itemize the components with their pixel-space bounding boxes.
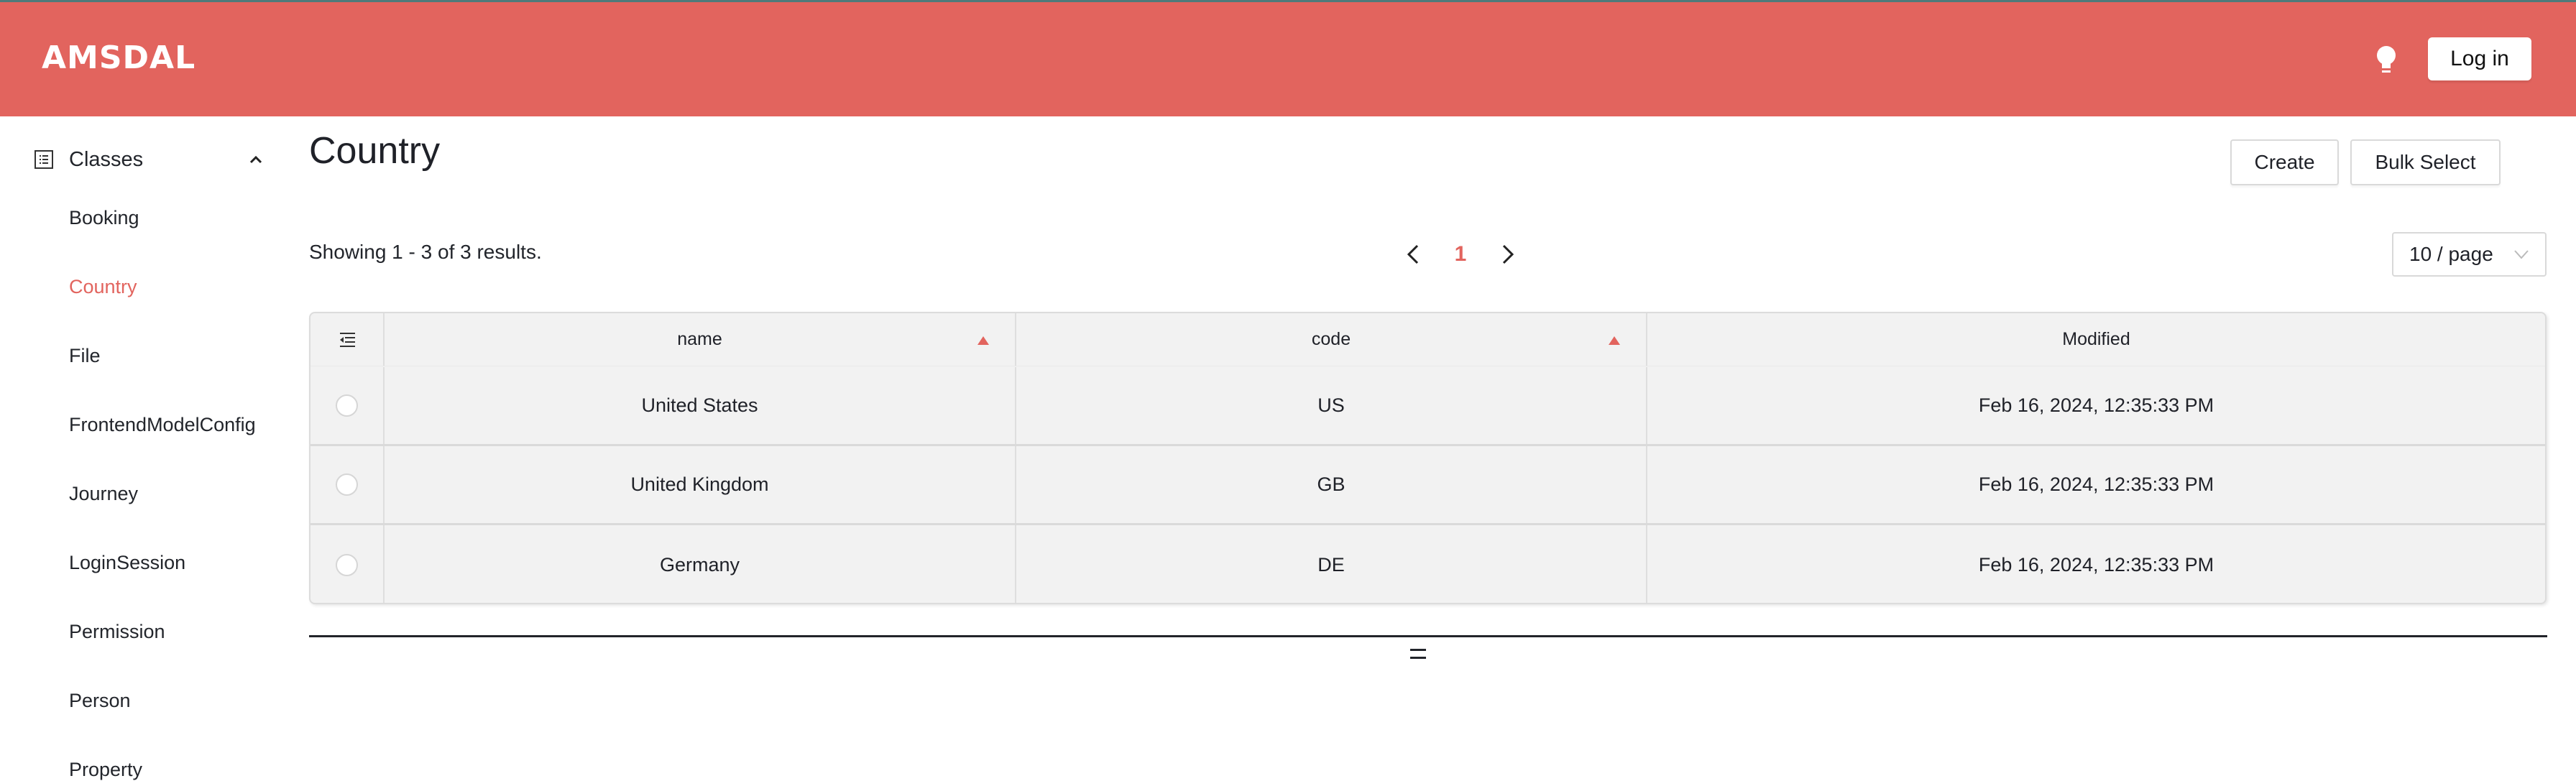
create-button[interactable]: Create [2230,139,2339,185]
list-icon [34,150,53,169]
cell-modified: Feb 16, 2024, 12:35:33 PM [1978,473,2214,495]
sidebar-item-person[interactable]: Person [69,690,131,712]
cell-name: Germany [385,525,1016,603]
cell-modified: Feb 16, 2024, 12:35:33 PM [1978,394,2214,416]
column-toggle-icon[interactable] [339,332,356,348]
column-header-name[interactable]: name [385,313,1016,366]
row-select-cell [310,446,385,523]
column-header-label: code [1311,329,1351,349]
cell-code: DE [1016,525,1647,603]
results-summary: Showing 1 - 3 of 3 results. [309,241,542,263]
sidebar-item-journey[interactable]: Journey [69,483,138,505]
cell-name: United States [385,367,1016,444]
page-size-select[interactable]: 10 / page [2392,232,2547,277]
sidebar-item-booking[interactable]: Booking [69,207,139,229]
chevron-down-icon [2514,250,2529,259]
sidebar-item-loginsession[interactable]: LoginSession [69,552,185,574]
cell-name: United Kingdom [385,446,1016,523]
row-select-radio[interactable] [336,473,358,496]
panel-divider [309,635,2547,637]
row-select-radio[interactable] [336,553,358,576]
page-1-button[interactable]: 1 [1425,242,1496,267]
table-row[interactable]: United States US Feb 16, 2024, 12:35:33 … [310,367,2545,446]
column-settings-cell [310,313,385,366]
data-table: name code Modified United States US Feb … [309,312,2547,604]
chevron-right-icon [1502,244,1514,264]
page-size-value: 10 / page [2409,243,2493,265]
row-select-cell [310,367,385,444]
login-button[interactable]: Log in [2428,37,2531,80]
sidebar-group-label: Classes [69,147,144,171]
sidebar-item-country[interactable]: Country [69,276,137,298]
cell-code: GB [1016,446,1647,523]
column-header-label: name [677,329,722,349]
chevron-up-icon[interactable] [247,151,264,168]
sidebar-item-property[interactable]: Property [69,759,142,781]
bulk-select-button[interactable]: Bulk Select [2350,139,2501,185]
table-header-row: name code Modified [310,313,2545,366]
table-row[interactable]: United Kingdom GB Feb 16, 2024, 12:35:33… [310,446,2545,525]
cell-code: US [1016,367,1647,444]
sort-ascending-icon[interactable] [1609,336,1620,345]
column-header-modified[interactable]: Modified [1647,313,2545,366]
cell-modified: Feb 16, 2024, 12:35:33 PM [1978,553,2214,576]
page-title: Country [309,130,441,172]
column-header-code[interactable]: code [1016,313,1647,366]
previous-page-button[interactable] [1402,240,1425,269]
row-select-cell [310,525,385,603]
sidebar-item-file[interactable]: File [69,345,101,367]
app-logo[interactable]: AMSDAL [42,40,196,76]
lightbulb-icon[interactable] [2375,45,2398,77]
resize-handle-icon[interactable] [1410,649,1426,660]
sidebar: Classes Booking Country File FrontendMod… [0,116,288,780]
pagination: 1 [1402,237,1519,272]
table-row[interactable]: Germany DE Feb 16, 2024, 12:35:33 PM [310,525,2545,603]
chevron-left-icon [1407,244,1419,264]
sidebar-item-frontendmodelconfig[interactable]: FrontendModelConfig [69,414,256,436]
sort-ascending-icon[interactable] [978,336,989,345]
sidebar-item-permission[interactable]: Permission [69,621,165,643]
sidebar-group-classes[interactable]: Classes [34,138,264,181]
column-header-label: Modified [2062,329,2130,349]
next-page-button[interactable] [1496,240,1519,269]
top-navbar: AMSDAL Log in [0,2,2576,116]
row-select-radio[interactable] [336,394,358,417]
